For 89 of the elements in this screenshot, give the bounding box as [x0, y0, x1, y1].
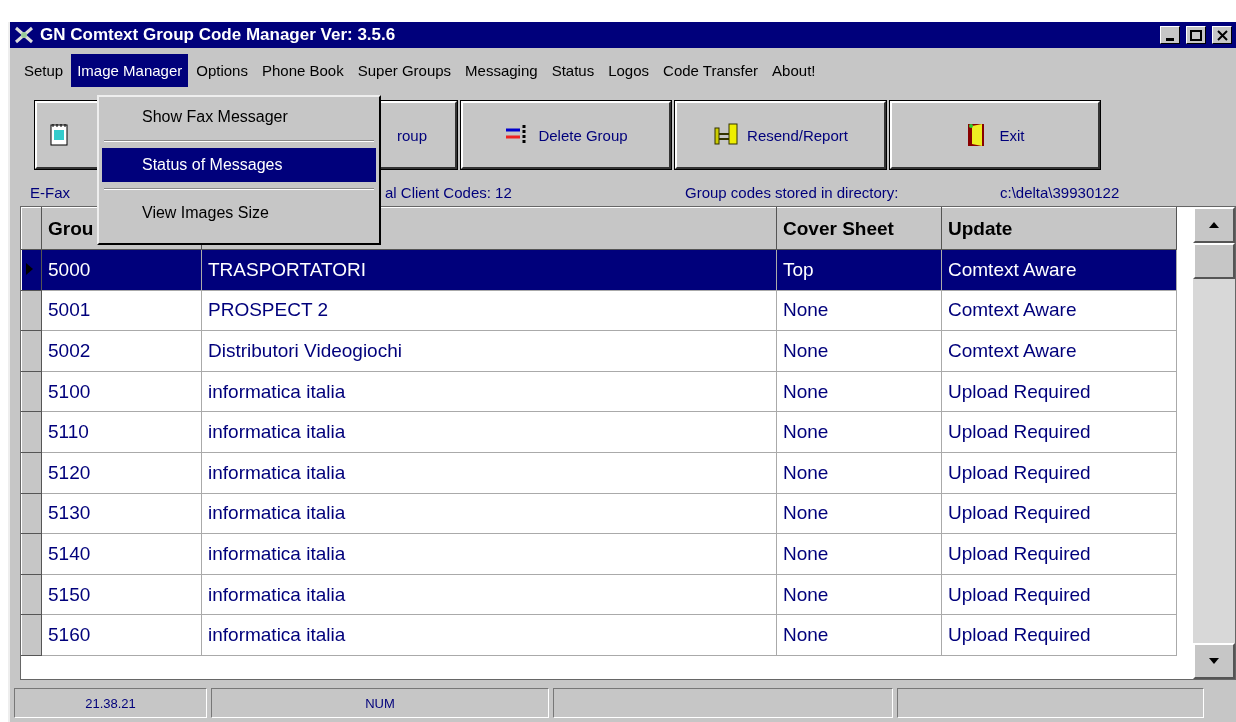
table-cell: 5120: [41, 452, 202, 494]
table-cell: Upload Required: [941, 452, 1177, 494]
maximize-icon: [1190, 29, 1202, 41]
menu-item[interactable]: Show Fax Messager: [102, 100, 376, 134]
client-count-label: al Client Codes: 12: [385, 183, 513, 201]
table-cell: informatica italia: [201, 493, 777, 534]
table-cell: None: [776, 493, 942, 534]
menu-item[interactable]: Phone Book: [255, 53, 350, 87]
table-cell: informatica italia: [201, 452, 777, 494]
table-cell: None: [776, 614, 942, 656]
table-cell: 5001: [41, 290, 202, 331]
menu-item[interactable]: Messaging: [459, 53, 544, 87]
minimize-button[interactable]: [1160, 26, 1180, 44]
row-selector[interactable]: [21, 290, 42, 331]
table-cell: informatica italia: [201, 411, 777, 453]
close-icon: [1216, 29, 1228, 41]
row-selector[interactable]: [21, 411, 42, 453]
app-icon: [14, 26, 34, 44]
menu-item[interactable]: Logos: [602, 53, 656, 87]
table-cell: 5110: [41, 411, 202, 453]
up-arrow-icon: [1208, 221, 1220, 229]
toolbar-button[interactable]: Exit: [890, 101, 1100, 169]
directory-label: Group codes stored in directory:: [685, 183, 900, 201]
table-cell: None: [776, 533, 942, 575]
menu-item[interactable]: Image Manager: [71, 53, 189, 87]
table-cell: 5160: [41, 614, 202, 656]
table-cell: None: [776, 452, 942, 494]
menu-item[interactable]: Status: [545, 53, 601, 87]
menu-item[interactable]: Status of Messages: [102, 148, 376, 182]
row-selector[interactable]: [21, 452, 42, 494]
table-cell: PROSPECT 2: [201, 290, 777, 331]
table-cell: Comtext Aware: [941, 249, 1177, 291]
row-selector[interactable]: [21, 330, 42, 372]
column-header: Cover Sheet: [776, 207, 942, 250]
scroll-down-button[interactable]: [1193, 643, 1235, 679]
table-cell: Upload Required: [941, 371, 1177, 412]
ladder-icon: [713, 122, 740, 148]
table-cell: 5150: [41, 574, 202, 615]
status-pane: 21.38.21: [14, 688, 207, 718]
table-cell: None: [776, 371, 942, 412]
table-cell: None: [776, 330, 942, 372]
table-cell: Upload Required: [941, 614, 1177, 656]
scrollbar[interactable]: [1193, 207, 1235, 679]
row-selector[interactable]: [21, 574, 42, 615]
table-cell: Upload Required: [941, 493, 1177, 534]
menu-item[interactable]: About!: [766, 53, 822, 87]
table-cell: Upload Required: [941, 411, 1177, 453]
table-cell: TRASPORTATORI: [201, 249, 777, 291]
maximize-button[interactable]: [1186, 26, 1206, 44]
toolbar-button[interactable]: Resend/Report: [675, 101, 886, 169]
menu-item[interactable]: Setup: [18, 53, 70, 87]
table-cell: 5130: [41, 493, 202, 534]
table-cell: None: [776, 411, 942, 453]
table-cell: informatica italia: [201, 574, 777, 615]
row-selector[interactable]: [21, 533, 42, 575]
scroll-up-button[interactable]: [1193, 207, 1235, 243]
table-cell: Comtext Aware: [941, 330, 1177, 372]
minimize-icon: [1166, 37, 1174, 41]
menu-item[interactable]: Super Groups: [351, 53, 458, 87]
row-selector[interactable]: [21, 614, 42, 656]
table-cell: Upload Required: [941, 574, 1177, 615]
menu-item[interactable]: Options: [190, 53, 254, 87]
table-cell: 5000: [41, 249, 202, 291]
column-header: Update: [941, 207, 1177, 250]
table-cell: Upload Required: [941, 533, 1177, 575]
table-cell: informatica italia: [201, 533, 777, 575]
table-cell: 5002: [41, 330, 202, 372]
directory-path: c:\delta\39930122: [1000, 183, 1120, 201]
table-cell: 5140: [41, 533, 202, 575]
table-cell: None: [776, 290, 942, 331]
table-cell: informatica italia: [201, 614, 777, 656]
down-arrow-icon: [1208, 657, 1220, 665]
table-cell: None: [776, 574, 942, 615]
table-cell: Comtext Aware: [941, 290, 1177, 331]
status-label: E-Fax: [30, 183, 71, 201]
row-selector[interactable]: [21, 249, 42, 291]
toolbar-button[interactable]: Delete Group: [461, 101, 671, 169]
row-selector[interactable]: [21, 371, 42, 412]
table-cell: 5100: [41, 371, 202, 412]
table-cell: informatica italia: [201, 371, 777, 412]
window-title: GN Comtext Group Code Manager Ver: 3.5.6: [40, 25, 397, 45]
table-cell: Top: [776, 249, 942, 291]
menu-item[interactable]: Code Transfer: [657, 53, 765, 87]
row-pointer-icon: [24, 261, 34, 276]
row-selector[interactable]: [21, 493, 42, 534]
scroll-thumb[interactable]: [1193, 243, 1235, 279]
status-pane: NUM: [211, 688, 549, 718]
close-button[interactable]: [1212, 26, 1232, 44]
table-cell: Distributori Videogiochi: [201, 330, 777, 372]
